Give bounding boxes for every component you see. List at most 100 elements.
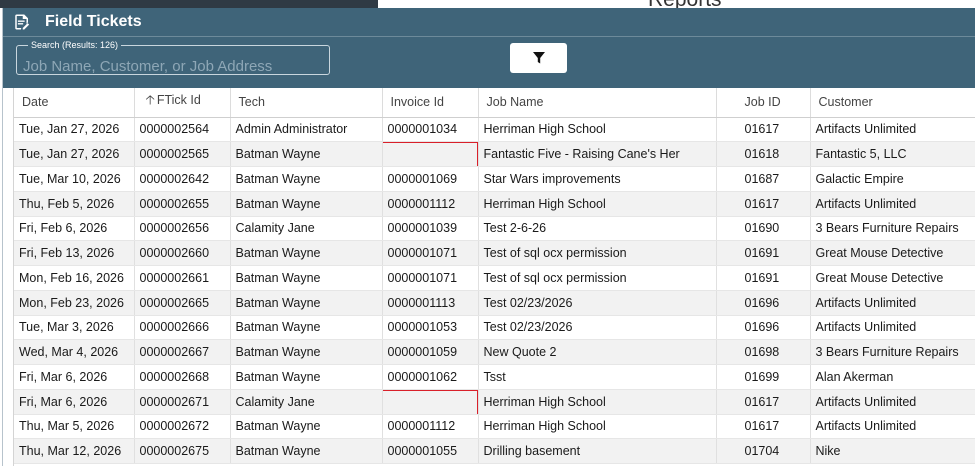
table-row[interactable]: Tue, Jan 27, 2026 0000002565 Batman Wayne F… — [14, 141, 975, 167]
cell-ftick-id: 0000002564 — [134, 117, 231, 143]
cell-customer: Artifacts Unlimited — [810, 315, 975, 341]
cell-job-id: 01696 — [716, 315, 811, 341]
cell-date: Tue, Mar 3, 2026 — [14, 315, 135, 341]
column-header-job-name[interactable]: Job Name — [478, 88, 717, 118]
cell-customer: 3 Bears Furniture Repairs — [810, 339, 975, 365]
cell-job-name: Test 02/23/2026 — [478, 290, 717, 316]
cell-job-name: Star Wars improvements — [478, 166, 717, 192]
cell-job-id: 01617 — [716, 117, 811, 143]
cell-invoice-id: 0000001113 — [382, 290, 479, 316]
table-row[interactable]: Thu, Mar 12, 2026 0000002675 Batman Wayne 0… — [14, 438, 975, 464]
cell-job-id: 01704 — [716, 438, 811, 464]
cell-ftick-id: 0000002671 — [134, 389, 231, 415]
cell-job-name: Test 2-6-26 — [478, 216, 717, 242]
cell-invoice-id: 0000001034 — [382, 117, 479, 143]
table-row[interactable]: Fri, Mar 6, 2026 0000002668 Batman Wayne 00… — [14, 364, 975, 390]
cell-ftick-id: 0000002661 — [134, 265, 231, 291]
background-panel — [0, 0, 378, 8]
cell-job-id: 01690 — [716, 216, 811, 242]
field-tickets-window: Field Tickets Search (Results: 126) Date… — [2, 8, 975, 466]
cell-job-id: 01617 — [716, 414, 811, 440]
table-header-row: Date 🡡 FTick Id Tech Invoice Id Job Name … — [14, 88, 975, 118]
cell-date: Fri, Feb 6, 2026 — [14, 216, 135, 242]
cell-tech: Batman Wayne — [230, 315, 383, 341]
field-tickets-table: Date 🡡 FTick Id Tech Invoice Id Job Name … — [13, 88, 975, 466]
cell-ftick-id: 0000002668 — [134, 364, 231, 390]
cell-job-id: 01618 — [716, 141, 811, 167]
cell-job-name: Herriman High School — [478, 117, 717, 143]
table-row[interactable]: Tue, Jan 27, 2026 0000002564 Admin Adminis… — [14, 117, 975, 143]
cell-customer: Artifacts Unlimited — [810, 191, 975, 217]
cell-job-id: 01698 — [716, 339, 811, 365]
cell-job-id: 01617 — [716, 389, 811, 415]
sort-ascending-icon: 🡡 — [145, 92, 155, 108]
cell-date: Thu, Mar 5, 2026 — [14, 414, 135, 440]
cell-invoice-id: 0000001071 — [382, 240, 479, 266]
cell-job-name: Test of sql ocx permission — [478, 265, 717, 291]
cell-job-id: 01687 — [716, 166, 811, 192]
cell-ftick-id: 0000002675 — [134, 438, 231, 464]
cell-date: Wed, Mar 4, 2026 — [14, 339, 135, 365]
cell-customer: 3 Bears Furniture Repairs — [810, 216, 975, 242]
cell-invoice-id: 0000001071 — [382, 265, 479, 291]
cell-job-id: 01691 — [716, 240, 811, 266]
cell-date: Thu, Mar 12, 2026 — [14, 438, 135, 464]
table-row[interactable]: Mon, Feb 23, 2026 0000002665 Batman Wayne 0… — [14, 290, 975, 316]
window-titlebar: Field Tickets — [3, 8, 975, 36]
column-header-date[interactable]: Date — [14, 88, 135, 118]
cell-job-name: New Quote 2 — [478, 339, 717, 365]
column-header-invoice-id[interactable]: Invoice Id — [382, 88, 479, 118]
table-row[interactable]: Tue, Mar 3, 2026 0000002666 Batman Wayne 00… — [14, 315, 975, 341]
table-row[interactable]: Thu, Feb 5, 2026 0000002655 Batman Wayne 00… — [14, 191, 975, 217]
cell-tech: Calamity Jane — [230, 389, 383, 415]
column-header-tech[interactable]: Tech — [230, 88, 383, 118]
cell-invoice-id: 0000001112 — [382, 414, 479, 440]
column-header-job-id[interactable]: Job ID — [716, 88, 811, 118]
cell-tech: Batman Wayne — [230, 414, 383, 440]
cell-ftick-id: 0000002660 — [134, 240, 231, 266]
cell-customer: Alan Akerman — [810, 364, 975, 390]
cell-invoice-id — [382, 141, 479, 167]
cell-date: Mon, Feb 16, 2026 — [14, 265, 135, 291]
cell-customer: Artifacts Unlimited — [810, 414, 975, 440]
cell-date: Mon, Feb 23, 2026 — [14, 290, 135, 316]
table-row[interactable]: Fri, Feb 6, 2026 0000002656 Calamity Jane 0… — [14, 216, 975, 242]
cell-ftick-id: 0000002667 — [134, 339, 231, 365]
search-legend: Search (Results: 126) — [28, 40, 122, 51]
column-header-ftick-id[interactable]: 🡡 FTick Id — [134, 88, 231, 118]
column-header-customer[interactable]: Customer — [810, 88, 975, 118]
cell-job-name: Test 02/23/2026 — [478, 315, 717, 341]
cell-job-name: Herriman High School — [478, 191, 717, 217]
table-row[interactable]: Wed, Mar 4, 2026 0000002667 Batman Wayne 00… — [14, 339, 975, 365]
cell-ftick-id: 0000002666 — [134, 315, 231, 341]
cell-tech: Batman Wayne — [230, 166, 383, 192]
cell-tech: Batman Wayne — [230, 438, 383, 464]
cell-ftick-id: 0000002665 — [134, 290, 231, 316]
table-row[interactable]: Fri, Mar 6, 2026 0000002671 Calamity Jane H… — [14, 389, 975, 415]
cell-customer: Great Mouse Detective — [810, 265, 975, 291]
cell-date: Fri, Mar 6, 2026 — [14, 389, 135, 415]
filter-funnel-icon — [532, 52, 545, 64]
cell-job-id: 01696 — [716, 290, 811, 316]
cell-job-name: Herriman High School — [478, 389, 717, 415]
cell-ftick-id: 0000002656 — [134, 216, 231, 242]
cell-date: Tue, Jan 27, 2026 — [14, 117, 135, 143]
cell-invoice-id: 0000001039 — [382, 216, 479, 242]
cell-date: Thu, Feb 5, 2026 — [14, 191, 135, 217]
cell-date: Tue, Mar 10, 2026 — [14, 166, 135, 192]
cell-customer: Great Mouse Detective — [810, 240, 975, 266]
cell-customer: Fantastic 5, LLC — [810, 141, 975, 167]
cell-ftick-id: 0000002672 — [134, 414, 231, 440]
table-row[interactable]: Tue, Mar 10, 2026 0000002642 Batman Wayne 0… — [14, 166, 975, 192]
search-input[interactable] — [23, 57, 323, 75]
cell-invoice-id: 0000001059 — [382, 339, 479, 365]
table-row[interactable]: Fri, Feb 13, 2026 0000002660 Batman Wayne 0… — [14, 240, 975, 266]
cell-ftick-id: 0000002642 — [134, 166, 231, 192]
cell-customer: Artifacts Unlimited — [810, 290, 975, 316]
table-row[interactable]: Thu, Mar 5, 2026 0000002672 Batman Wayne 00… — [14, 414, 975, 440]
cell-invoice-id: 0000001062 — [382, 364, 479, 390]
search-field[interactable]: Search (Results: 126) — [16, 40, 330, 75]
cell-invoice-id — [382, 389, 479, 415]
filter-button[interactable] — [510, 43, 567, 73]
table-row[interactable]: Mon, Feb 16, 2026 0000002661 Batman Wayne 0… — [14, 265, 975, 291]
